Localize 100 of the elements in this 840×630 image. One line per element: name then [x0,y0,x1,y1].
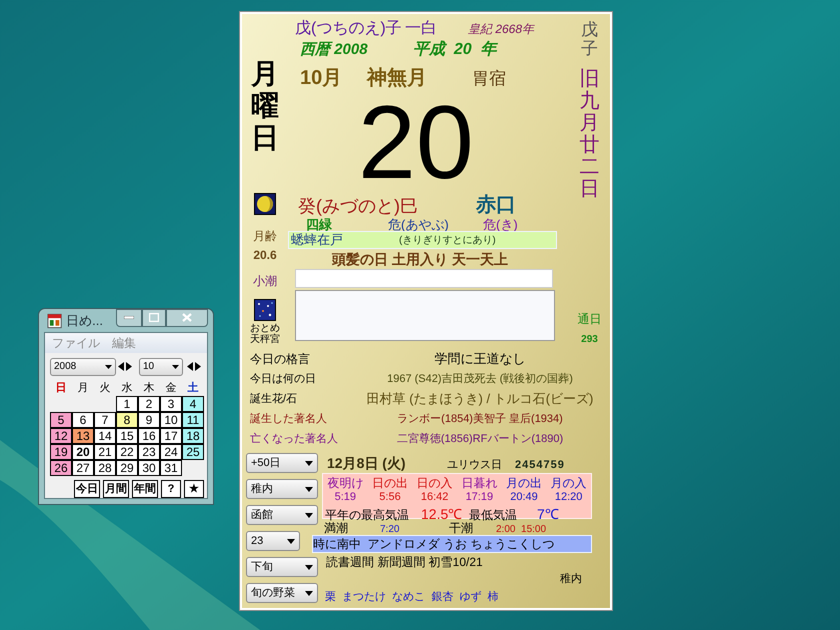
day-cell[interactable]: 21 [94,444,116,460]
minimize-button[interactable] [116,308,142,326]
kyusei-day-label: 四緑 [306,218,333,231]
zodiac-palace: 天秤宮 [250,334,280,345]
day-cell[interactable]: 25 [182,444,204,460]
caret-icon [305,460,313,466]
choku: 危(あやぶ) [388,218,450,231]
info-label: 誕生した著名人 [250,412,328,427]
toolbar-button[interactable]: 年間 [132,480,158,498]
event-label: 月の出 [504,475,543,492]
imperial-year: 皇紀 2668年 [468,21,534,38]
caret-icon [305,512,313,518]
day-cell[interactable]: 11 [182,412,204,428]
location-name: 稚内 [560,572,582,587]
zodiac-sign: おとめ [250,322,280,334]
lunar-date: 旧九月廿二日 [580,68,600,200]
day-cell[interactable]: 28 [94,460,116,476]
year-eto: 戊(つちのえ)子 [295,18,403,39]
maximize-button[interactable] [142,308,166,326]
day-cell[interactable]: 17 [160,428,182,444]
day-cell[interactable]: 8 [116,412,138,428]
year-dropdown[interactable]: 2008 [50,358,116,376]
month-dropdown[interactable]: 10 [139,358,183,376]
dropdown[interactable]: 下旬 [246,557,318,577]
weekday-label: 土 [186,380,200,396]
info-label: 亡くなった著名人 [250,432,339,447]
dropdown[interactable]: 旬の野菜 [246,583,318,603]
weekday-label: 木 [142,381,156,396]
dropdown[interactable]: 23 [246,531,300,551]
day-cell[interactable]: 24 [160,444,182,460]
weekday-label: 火 [98,381,112,396]
year-eto-vertical: 戊子 [581,21,598,58]
toolbar-button[interactable]: ★ [184,480,204,498]
day-cell[interactable]: 27 [72,460,94,476]
day-cell[interactable]: 29 [116,460,138,476]
day-cell[interactable]: 10 [160,412,182,428]
memo-field[interactable] [295,269,553,288]
toolbar-button[interactable]: ? [161,480,181,498]
lunar-mansion: 胃宿 [472,68,506,90]
minimize-icon [124,316,134,319]
day-cell[interactable]: 1 [116,396,138,412]
constellation-icon[interactable] [254,298,276,321]
event-time: 5:56 [378,490,402,505]
day-cell[interactable]: 14 [94,428,116,444]
toolbar-button[interactable]: 今日 [74,480,100,498]
julian-day-label: ユリウス日 [447,458,503,473]
day-cell[interactable]: 12 [50,428,72,444]
info-value: 二宮尊徳(1856)RFバートン(1890) [396,432,564,447]
day-cell[interactable]: 7 [94,412,116,428]
event-label: 日暮れ [460,475,498,492]
era-year: 平成 20 年 [413,40,497,60]
event-label: 月の入 [550,475,588,492]
event-label: 夜明け [326,475,364,492]
caret-icon [305,564,313,570]
calendar-app-icon[interactable] [47,312,62,328]
weekday: 月曜日 [251,58,279,155]
day-cell[interactable]: 31 [160,460,182,476]
day-cell[interactable]: 18 [182,428,204,444]
day-cell[interactable]: 15 [116,428,138,444]
day-cell[interactable]: 9 [138,412,160,428]
day-cell[interactable]: 19 [50,444,72,460]
left-arrow-icon[interactable] [187,362,193,371]
day-cell[interactable]: 23 [138,444,160,460]
temperature-high-label: 平年の最高気温 [325,507,410,522]
event-time: 20:49 [509,490,539,505]
day-cell[interactable]: 2 [138,396,160,412]
temperature-high: 12.5℃ [421,505,464,522]
dropdown[interactable]: +50日 [246,453,318,473]
day-cell[interactable]: 30 [138,460,160,476]
dropdown[interactable]: 函館 [246,505,318,525]
kyusei-year-label: 一白 [405,19,438,39]
day-cell[interactable]: 4 [182,396,204,412]
day-cell[interactable]: 13 [72,428,94,444]
day-cell[interactable]: 16 [138,428,160,444]
caret-icon [105,364,112,368]
seasonal-term: 蟋蟀在戸 [291,231,344,250]
day-cell[interactable]: 22 [116,444,138,460]
day-cell[interactable]: 3 [160,396,182,412]
close-button[interactable] [166,308,208,326]
close-icon [182,313,192,322]
event-time: 16:42 [420,490,450,505]
day-cell[interactable]: 26 [50,460,72,476]
moon-age-label: 月齢 [253,228,277,245]
right-arrow-icon[interactable] [195,362,201,371]
toolbar-button[interactable]: 月間 [103,480,129,498]
right-arrow-icon[interactable] [126,362,132,371]
weekday-label: 水 [120,381,134,396]
month: 10月 [300,66,344,91]
day-cell[interactable]: 6 [72,412,94,428]
notes-area[interactable] [295,290,555,341]
shuku: 危(き) [483,218,518,231]
dropdown[interactable]: 稚内 [246,479,318,499]
event-time: 12:20 [554,490,584,505]
day-cell[interactable]: 20 [72,444,94,460]
moon-phase-icon[interactable] [254,192,276,215]
day-number: 20 [358,93,474,193]
window-title: 日め... [66,312,104,330]
future-date: 12月8日 (火) [327,454,407,473]
left-arrow-icon[interactable] [118,362,124,371]
day-cell[interactable]: 5 [50,412,72,428]
